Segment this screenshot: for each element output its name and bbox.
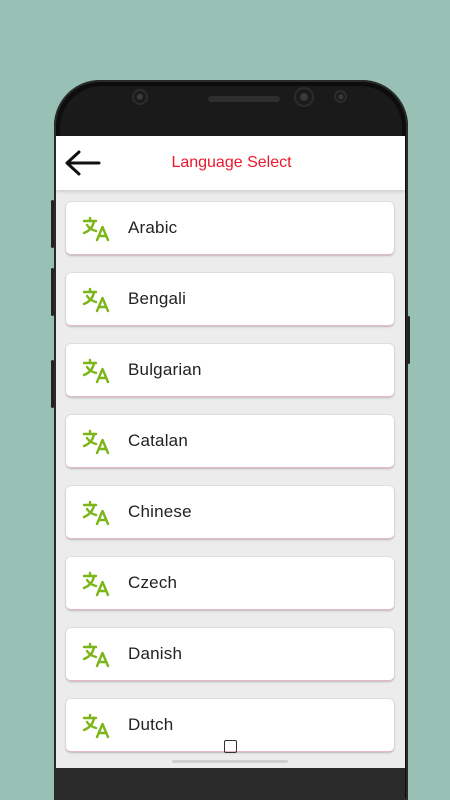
sensor-icon	[334, 90, 347, 103]
translate-icon	[82, 642, 112, 668]
translate-icon	[82, 358, 112, 384]
power-button	[407, 316, 410, 364]
language-item[interactable]: Bulgarian	[66, 344, 394, 397]
volume-button	[51, 268, 54, 316]
translate-icon	[82, 500, 112, 526]
bixby-button	[51, 360, 54, 408]
language-item[interactable]: Czech	[66, 557, 394, 610]
translate-icon	[82, 216, 112, 242]
language-label: Danish	[128, 644, 183, 663]
language-item[interactable]: Bengali	[66, 273, 394, 326]
front-camera-icon	[132, 89, 148, 105]
language-item[interactable]: Arabic	[66, 202, 394, 255]
top-app-bar: Language Select	[56, 136, 405, 190]
language-list: Arabic Bengali Bulgarian Catalan Chinese Czec…	[66, 202, 394, 768]
page-title: Language Select	[171, 154, 292, 171]
earpiece-speaker	[208, 96, 280, 102]
language-label: Dutch	[128, 715, 174, 734]
recent-apps-icon[interactable]	[224, 740, 237, 753]
language-label: Catalan	[128, 431, 188, 450]
phone-chin	[56, 768, 405, 800]
language-item[interactable]: Chinese	[66, 486, 394, 539]
translate-icon	[82, 713, 112, 739]
language-item[interactable]: Danish	[66, 628, 394, 681]
volume-button	[51, 200, 54, 248]
language-label: Chinese	[128, 502, 192, 521]
language-label: Czech	[128, 573, 178, 592]
language-item[interactable]: Catalan	[66, 415, 394, 468]
language-label: Bengali	[128, 289, 187, 308]
language-label: Bulgarian	[128, 360, 202, 379]
front-camera-icon	[294, 87, 314, 107]
translate-icon	[82, 287, 112, 313]
translate-icon	[82, 429, 112, 455]
language-label: Arabic	[128, 218, 178, 237]
app-screen: Language Select Arabic Bengali Bulgarian Ca…	[56, 136, 405, 768]
home-indicator[interactable]	[172, 760, 288, 763]
translate-icon	[82, 571, 112, 597]
